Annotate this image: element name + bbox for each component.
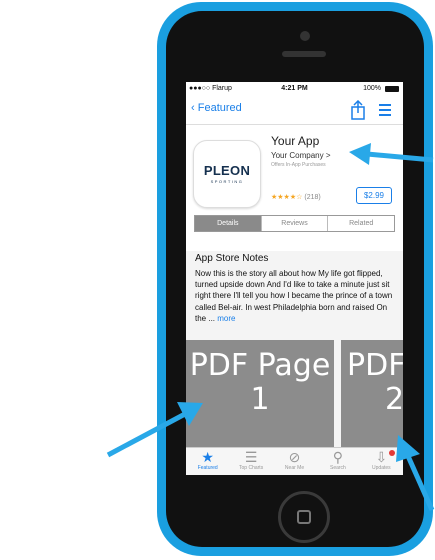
segmented-control: Details Reviews Related xyxy=(194,215,395,232)
app-icon[interactable]: PLEON SPORTING xyxy=(193,140,261,208)
search-icon: ⚲ xyxy=(332,449,344,465)
home-button[interactable] xyxy=(278,491,330,543)
in-app-purchase-note: Offers In-App Purchases xyxy=(271,162,326,168)
page-1-label-line1: PDF Page xyxy=(189,348,331,383)
buy-button[interactable]: $2.99 xyxy=(356,187,392,204)
back-label: Featured xyxy=(197,102,242,114)
callout-arrow-developer xyxy=(349,143,434,165)
app-logo-text: PLEON xyxy=(203,163,251,178)
status-bar: ●●●○○ Flarup 4:21 PM 100% xyxy=(186,82,403,96)
page-2-label: PDF 2 xyxy=(341,349,403,417)
tab-related[interactable]: Related xyxy=(328,216,394,231)
tab-details[interactable]: Details xyxy=(195,216,262,231)
app-notes-section: App Store Notes Now this is the story al… xyxy=(186,252,403,342)
developer-link[interactable]: Your Company > xyxy=(271,151,331,160)
tab-featured-label: Featured xyxy=(197,465,218,471)
list-icon: ☰ xyxy=(244,449,258,465)
page-2-label-line2: 2 xyxy=(385,382,403,417)
star-rating-icons: ★★★★☆ xyxy=(271,194,303,201)
location-icon: ⊘ xyxy=(288,449,301,465)
tab-search[interactable]: ⚲ Search xyxy=(316,448,359,475)
page-1-label-line2: 1 xyxy=(250,382,270,417)
menu-icon[interactable] xyxy=(379,104,391,116)
tab-search-label: Search xyxy=(330,465,346,471)
rating-stars: ★★★★☆ (218) xyxy=(271,193,321,201)
tab-updates-label: Updates xyxy=(372,465,391,471)
tab-near-me[interactable]: ⊘ Near Me xyxy=(273,448,316,475)
page-1-label: PDF Page 1 xyxy=(186,349,334,417)
page-2-label-line1: PDF xyxy=(347,348,403,383)
notes-body: Now this is the story all about how My l… xyxy=(195,268,398,324)
tab-near-me-label: Near Me xyxy=(284,465,305,471)
navigation-bar: ‹ Featured xyxy=(186,96,403,125)
front-camera xyxy=(300,31,310,41)
back-button[interactable]: ‹ Featured xyxy=(191,102,242,114)
tab-top-charts-label: Top Charts xyxy=(239,465,264,471)
tab-top-charts[interactable]: ☰ Top Charts xyxy=(229,448,272,475)
home-button-icon xyxy=(297,510,311,524)
rating-count: (218) xyxy=(304,194,321,201)
battery-percent: 100% xyxy=(363,85,381,92)
chevron-left-icon: ‹ xyxy=(191,102,195,114)
callout-arrow-page-1 xyxy=(106,402,203,458)
share-icon[interactable] xyxy=(349,100,367,120)
tab-bar: ★ Featured ☰ Top Charts ⊘ Near Me ⚲ Sear… xyxy=(186,447,403,475)
more-link[interactable]: more xyxy=(217,314,235,323)
notes-title: App Store Notes xyxy=(195,253,269,264)
screenshot-pdf-page-1[interactable]: PDF Page 1 xyxy=(186,340,334,450)
app-title: Your App xyxy=(271,134,320,148)
battery-icon xyxy=(385,86,399,92)
app-logo-subtext: SPORTING xyxy=(210,179,244,184)
speaker-grille xyxy=(282,51,326,57)
tab-reviews[interactable]: Reviews xyxy=(262,216,329,231)
callout-arrow-page-2 xyxy=(396,435,435,512)
